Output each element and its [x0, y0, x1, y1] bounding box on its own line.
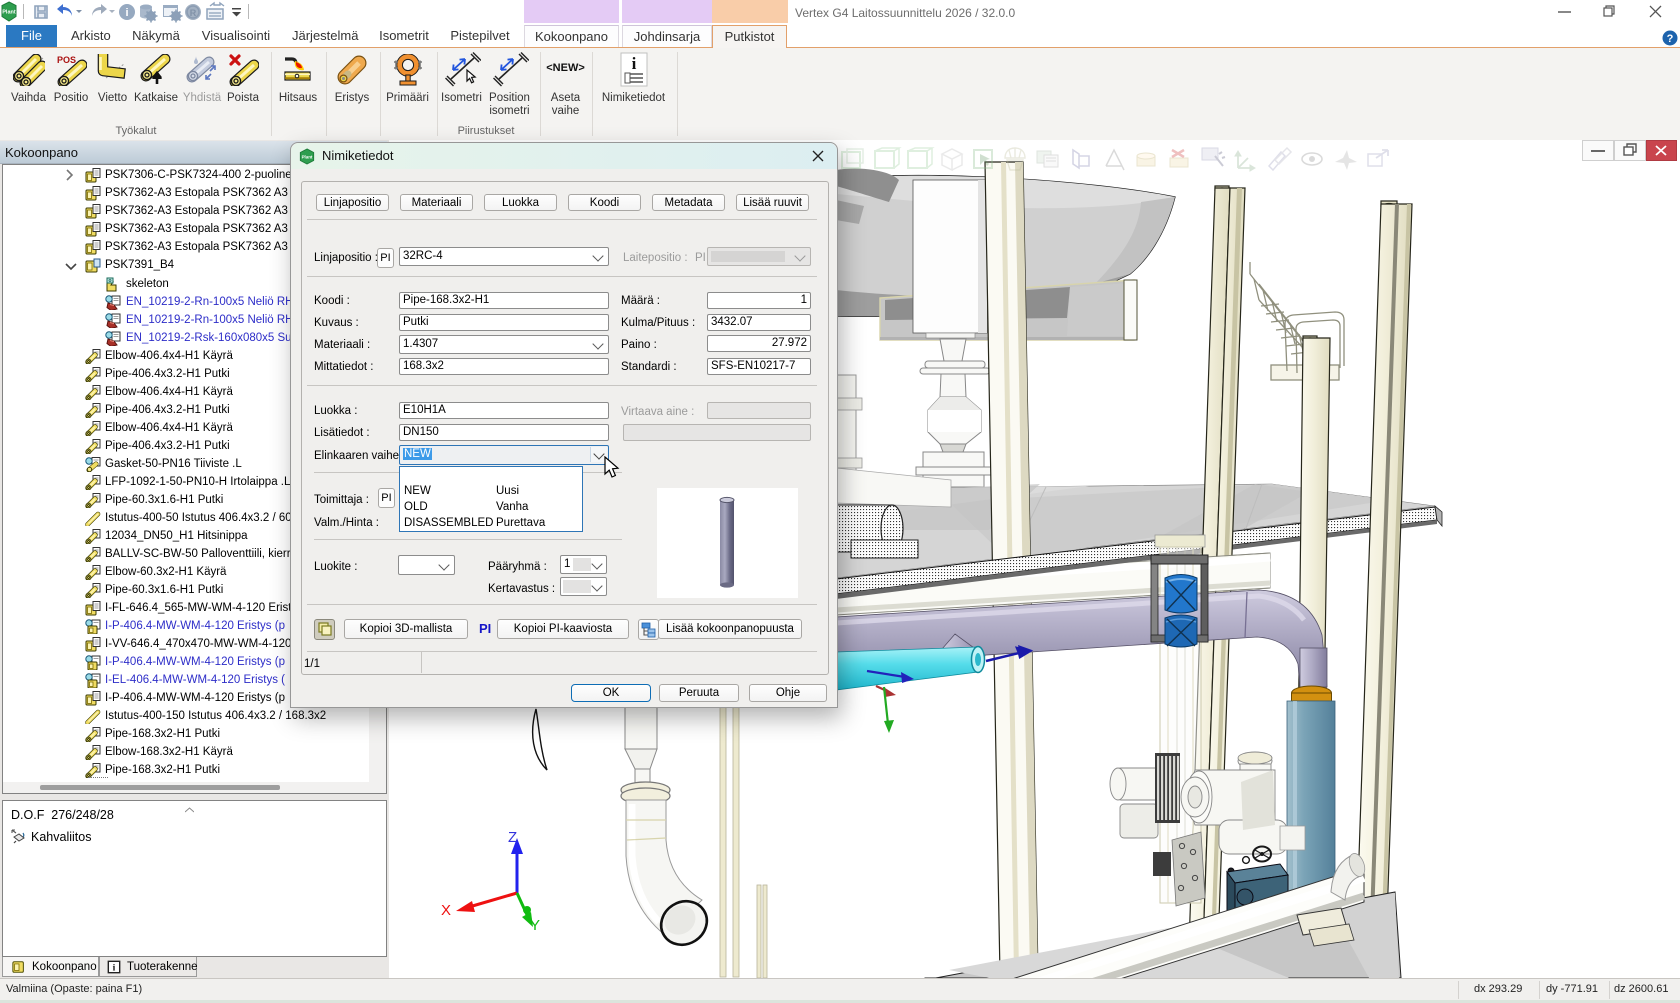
svg-text:R: R: [190, 8, 197, 18]
svg-text:i: i: [632, 54, 637, 73]
svg-text:Y: Y: [530, 917, 540, 934]
svg-text:X: X: [441, 902, 451, 919]
svg-text:i: i: [125, 7, 128, 19]
svg-text:?: ?: [1667, 33, 1674, 45]
svg-text:Z: Z: [508, 829, 517, 846]
svg-text:Plant: Plant: [2, 10, 16, 16]
svg-text:Plant: Plant: [302, 154, 313, 159]
svg-text:POS: POS: [57, 55, 76, 65]
svg-text:i: i: [113, 963, 116, 974]
